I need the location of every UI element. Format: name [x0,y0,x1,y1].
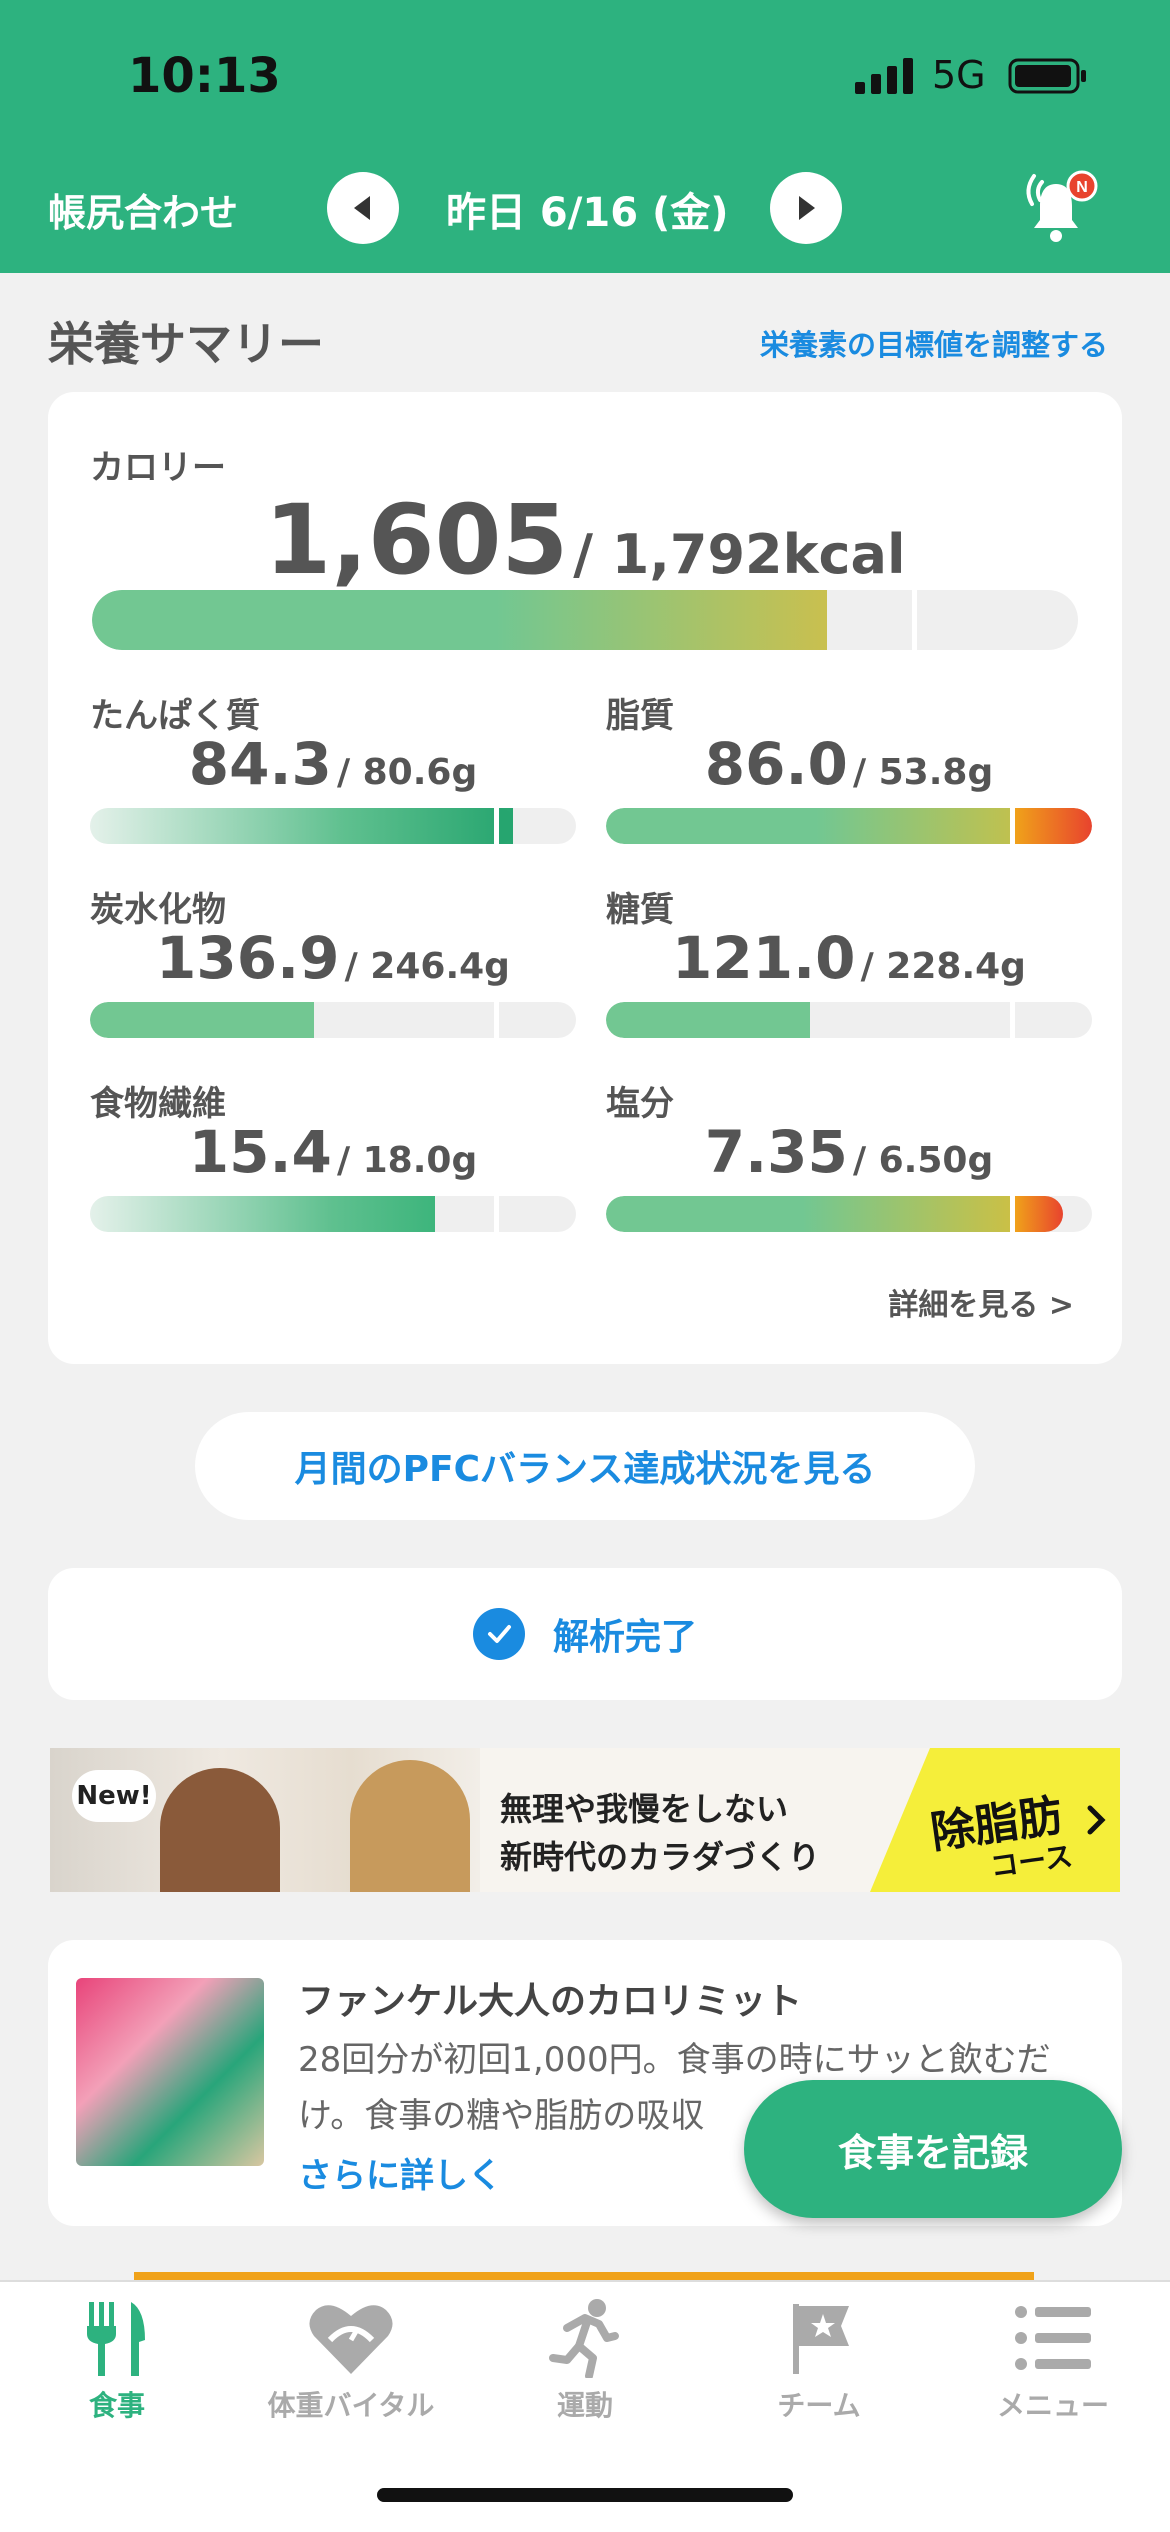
calorie-progress-fill [92,590,827,650]
calorie-label: カロリー [90,448,226,488]
tab-menu[interactable]: メニュー [936,2298,1170,2424]
nutrient-progress-bar [90,808,576,844]
current-date: 昨日 6/16 (金) [446,190,729,236]
tab-meal[interactable]: 食事 [0,2298,234,2424]
calorie-readout: 1,605 / 1,792kcal [48,484,1122,596]
tab-label: 体重バイタル [267,2389,435,2422]
banner-line-2: 新時代のカラダづくり [500,1838,821,1876]
network-type: 5G [932,53,986,97]
nutrient-progress-bar [606,808,1092,844]
nutrient-progress-bar [606,1196,1092,1232]
nutrient-value: 121.0 [672,924,856,992]
ad-title: ファンケル大人のカロリミット [298,1981,803,2022]
tab-label: 運動 [556,2389,613,2422]
banner-person-woman [160,1768,280,1892]
cellular-signal-icon [855,58,913,94]
nutrient-target-marker [494,1002,499,1038]
app-header: 10:13 5G 帳尻合わせ 昨日 6/16 (金) N [0,0,1170,273]
nutrient-value: 7.35 [704,1118,848,1186]
nutrient-target: / 6.50g [852,1140,994,1181]
adjust-targets-link[interactable]: 栄養素の目標値を調整する [760,322,1108,364]
next-day-button[interactable] [770,172,842,244]
new-badge: New! [72,1770,156,1822]
analysis-label: 解析完了 [552,1617,697,1658]
nutrient-readout: 7.35 / 6.50g [606,1118,1092,1186]
pfc-balance-button[interactable]: 月間のPFCバランス達成状況を見る [195,1412,975,1520]
tab-divider-accent [134,2272,1034,2280]
nutrient-target-marker [494,1196,499,1232]
nutrient-readout: 84.3 / 80.6g [90,730,576,798]
product-image [76,1978,264,2166]
nutrient-value: 136.9 [156,924,340,992]
prev-day-button[interactable] [327,172,399,244]
home-indicator [377,2488,793,2502]
nutrient-target: / 228.4g [860,946,1026,987]
nutrient-readout: 121.0 / 228.4g [606,924,1092,992]
notification-bell-icon[interactable]: N [1010,170,1100,250]
balance-adjust-button[interactable]: 帳尻合わせ [48,182,238,237]
nutrient-progress-fill [606,1196,1044,1232]
nutrient-target: / 53.8g [852,752,994,793]
nutrient-target: / 80.6g [336,752,478,793]
nutrition-summary-card: カロリー 1,605 / 1,792kcal たんぱく質 84.3 / 80.6g… [48,392,1122,1364]
running-icon [549,2299,619,2378]
nutrient-progress-fill [90,1002,314,1038]
section-title: 栄養サマリー [48,317,324,371]
tab-label: メニュー [996,2389,1109,2422]
nutrient-progress-fill [606,808,1073,844]
heart-scale-icon [309,2305,393,2374]
arrow-left-icon [354,196,370,220]
nutrient-value: 15.4 [188,1118,332,1186]
tab-team[interactable]: チーム [702,2298,936,2424]
nutrient-readout: 15.4 / 18.0g [90,1118,576,1186]
chevron-right-icon [1087,1805,1106,1835]
nutrient-target: / 246.4g [344,946,510,987]
menu-list-icon [1015,2306,1091,2370]
analysis-status-card: 解析完了 [48,1568,1122,1700]
calorie-progress-bar [92,590,1078,650]
nutrient-progress-bar [90,1002,576,1038]
battery-icon [1008,58,1086,94]
ad-more-link[interactable]: さらに詳しく [298,2148,502,2197]
nutrient-value: 86.0 [704,730,848,798]
banner-person-man [350,1760,470,1892]
nutrient-progress-fill [90,1196,436,1232]
nutrient-target-marker [1010,1002,1015,1038]
nutrient-progress-fill [606,1002,811,1038]
nutrient-value: 84.3 [188,730,332,798]
nutrient-over-segment [1015,1196,1063,1232]
status-time: 10:13 [128,48,281,104]
calorie-value: 1,605 [264,484,569,596]
fork-knife-icon [87,2302,145,2376]
banner-line-1: 無理や我慢をしない [500,1790,789,1828]
detail-link[interactable]: 詳細を見る > [888,1280,1074,1324]
flag-icon [793,2304,849,2374]
tab-label: 食事 [88,2389,145,2422]
record-meal-button[interactable]: 食事を記録 [744,2080,1122,2218]
check-icon [472,1608,525,1660]
tab-label: チーム [777,2389,861,2422]
nutrient-progress-bar [90,1196,576,1232]
arrow-right-icon [799,196,815,220]
nutrient-readout: 136.9 / 246.4g [90,924,576,992]
promo-banner[interactable]: New! 無理や我慢をしない 新時代のカラダづくり 除脂肪 コース [50,1748,1120,1892]
calorie-target: / 1,792kcal [573,523,906,586]
tab-exercise[interactable]: 運動 [468,2298,702,2424]
nutrient-over-segment [1015,808,1092,844]
notification-badge: N [1076,179,1088,196]
nutrient-progress-fill [90,808,513,844]
calorie-target-marker [912,590,917,650]
nutrient-target: / 18.0g [336,1140,478,1181]
nutrient-progress-bar [606,1002,1092,1038]
tab-weight-vital[interactable]: 体重バイタル [234,2298,468,2424]
nutrient-readout: 86.0 / 53.8g [606,730,1092,798]
